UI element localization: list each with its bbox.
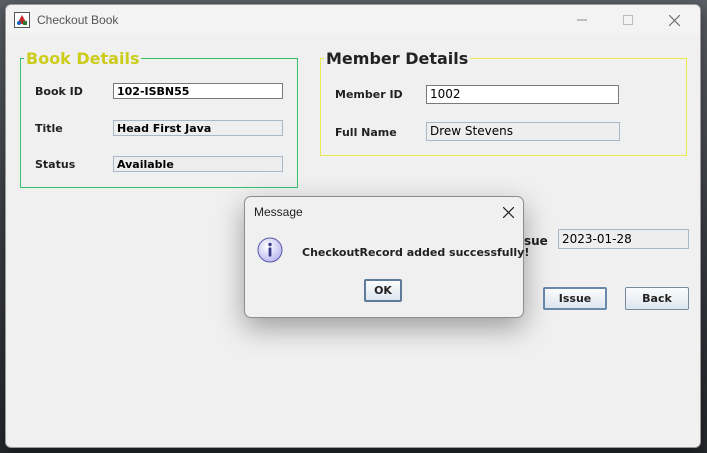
ok-button[interactable]: OK — [364, 279, 402, 302]
close-icon — [668, 14, 680, 26]
close-icon — [502, 206, 514, 218]
maximize-icon — [623, 15, 633, 25]
member-details-group: Member Details — [320, 49, 687, 156]
status-field: Available — [113, 156, 283, 172]
status-label: Status — [35, 158, 76, 171]
full-name-field: Drew Stevens — [426, 122, 620, 141]
minimize-icon — [577, 19, 587, 21]
dialog-close-button[interactable] — [498, 202, 518, 222]
back-button[interactable]: Back — [625, 287, 689, 310]
book-id-field[interactable]: 102-ISBN55 — [113, 83, 283, 99]
minimize-button[interactable] — [559, 5, 605, 35]
close-window-button[interactable] — [651, 5, 697, 35]
java-app-icon — [14, 12, 30, 28]
book-id-label: Book ID — [35, 85, 83, 98]
dialog-title: Message — [254, 205, 303, 219]
message-dialog: Message CheckoutRecord added successfull… — [244, 196, 529, 318]
member-id-field[interactable]: 1002 — [426, 85, 619, 104]
full-name-label: Full Name — [335, 126, 397, 139]
issue-button[interactable]: Issue — [543, 287, 607, 310]
title-bar[interactable]: Checkout Book — [6, 5, 700, 35]
issue-date-field: 2023-01-28 — [558, 229, 689, 249]
book-details-legend: Book Details — [24, 49, 142, 68]
window-title: Checkout Book — [37, 13, 119, 27]
member-details-border — [320, 58, 687, 156]
member-id-label: Member ID — [335, 88, 403, 101]
title-field: Head First Java — [113, 120, 283, 136]
maximize-button[interactable] — [605, 5, 651, 35]
member-details-legend: Member Details — [324, 49, 471, 68]
title-label: Title — [35, 122, 63, 135]
dialog-message: CheckoutRecord added successfully! — [302, 246, 530, 259]
info-icon — [257, 237, 283, 263]
